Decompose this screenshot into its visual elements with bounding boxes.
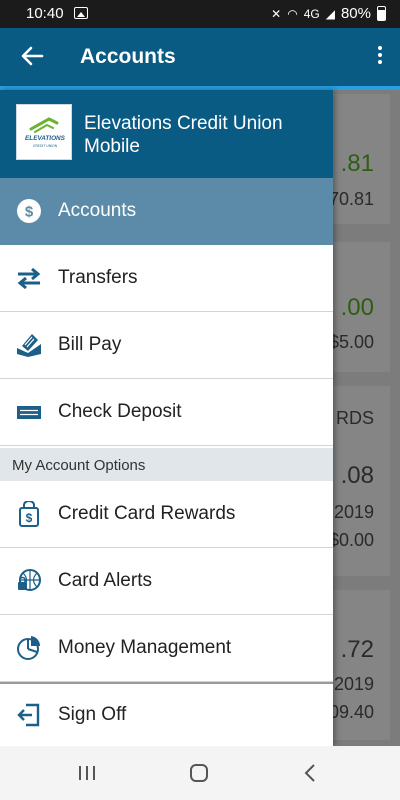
menu-item-check-deposit[interactable]: Check Deposit xyxy=(0,379,333,446)
balance-value: .72 xyxy=(340,636,374,663)
overflow-menu-icon[interactable] xyxy=(376,46,384,68)
balance-value: 09.40 xyxy=(328,702,374,722)
home-icon[interactable] xyxy=(186,760,212,786)
back-arrow-icon[interactable] xyxy=(18,42,46,70)
menu-item-money-management[interactable]: Money Management xyxy=(0,615,333,682)
check-deposit-icon xyxy=(16,399,42,425)
menu-item-card-alerts[interactable]: Card Alerts xyxy=(0,548,333,615)
status-bar: 10:40 ✕ ◠ 4G ◢ 80% xyxy=(0,0,400,28)
balance-value: .81 xyxy=(340,150,374,177)
svg-text:CREDIT UNION: CREDIT UNION xyxy=(33,144,58,148)
menu-label: Bill Pay xyxy=(58,334,122,355)
menu-label: Money Management xyxy=(58,637,232,658)
menu-label: Sign Off xyxy=(58,704,127,725)
menu-label: Transfers xyxy=(58,267,138,288)
balance-value: .08 xyxy=(340,462,374,489)
back-nav-icon[interactable] xyxy=(298,760,324,786)
balance-value: $5.00 xyxy=(328,332,374,352)
elevations-logo: ELEVATIONS CREDIT UNION xyxy=(16,104,72,160)
app-toolbar: Accounts xyxy=(0,28,400,86)
sign-off-icon xyxy=(16,702,42,728)
menu-item-sign-off[interactable]: Sign Off xyxy=(0,682,333,746)
menu-label: Credit Card Rewards xyxy=(58,503,236,524)
toolbar-title: Accounts xyxy=(80,45,176,68)
image-notification-icon xyxy=(74,7,88,19)
balance-value: 70.81 xyxy=(328,189,374,209)
menu-label: Accounts xyxy=(58,200,137,221)
wifi-icon: ◠ xyxy=(287,6,298,21)
dollar-circle-icon: $ xyxy=(16,198,42,224)
balance-value: $0.00 xyxy=(328,530,374,550)
recents-icon[interactable] xyxy=(74,760,100,786)
menu-item-accounts[interactable]: $ Accounts xyxy=(0,178,333,245)
transfer-arrows-icon xyxy=(16,265,42,291)
date-value: 2019 xyxy=(333,674,374,694)
status-icons: ✕ ◠ 4G ◢ 80% xyxy=(271,5,386,22)
rewards-bag-icon: $ xyxy=(16,500,42,527)
date-value: 2019 xyxy=(333,502,374,522)
battery-icon xyxy=(377,6,386,21)
bill-pay-icon xyxy=(16,332,42,358)
network-type: 4G xyxy=(303,6,320,21)
battery-percent: 80% xyxy=(340,5,371,22)
menu-label: Check Deposit xyxy=(58,401,182,422)
svg-text:$: $ xyxy=(25,204,34,221)
pie-chart-icon xyxy=(16,635,42,661)
signal-icon: ◢ xyxy=(325,6,335,21)
drawer-header: ELEVATIONS CREDIT UNION Elevations Credi… xyxy=(0,90,333,178)
balance-value: .00 xyxy=(340,294,374,321)
menu-item-bill-pay[interactable]: Bill Pay xyxy=(0,312,333,379)
svg-text:ELEVATIONS: ELEVATIONS xyxy=(25,135,66,142)
section-header-account-options: My Account Options xyxy=(0,448,333,481)
svg-text:$: $ xyxy=(26,511,33,525)
section-label: My Account Options xyxy=(12,457,146,474)
org-name: Elevations Credit Union Mobile xyxy=(84,113,283,157)
system-nav-bar xyxy=(0,746,400,800)
menu-item-credit-card-rewards[interactable]: $ Credit Card Rewards xyxy=(0,481,333,548)
account-label: RDS xyxy=(335,408,374,428)
menu-item-transfers[interactable]: Transfers xyxy=(0,245,333,312)
status-time: 10:40 xyxy=(26,5,64,22)
menu-label: Card Alerts xyxy=(58,570,152,591)
mute-icon: ✕ xyxy=(271,6,282,21)
navigation-drawer: ELEVATIONS CREDIT UNION Elevations Credi… xyxy=(0,90,333,746)
card-alerts-icon xyxy=(16,568,42,594)
